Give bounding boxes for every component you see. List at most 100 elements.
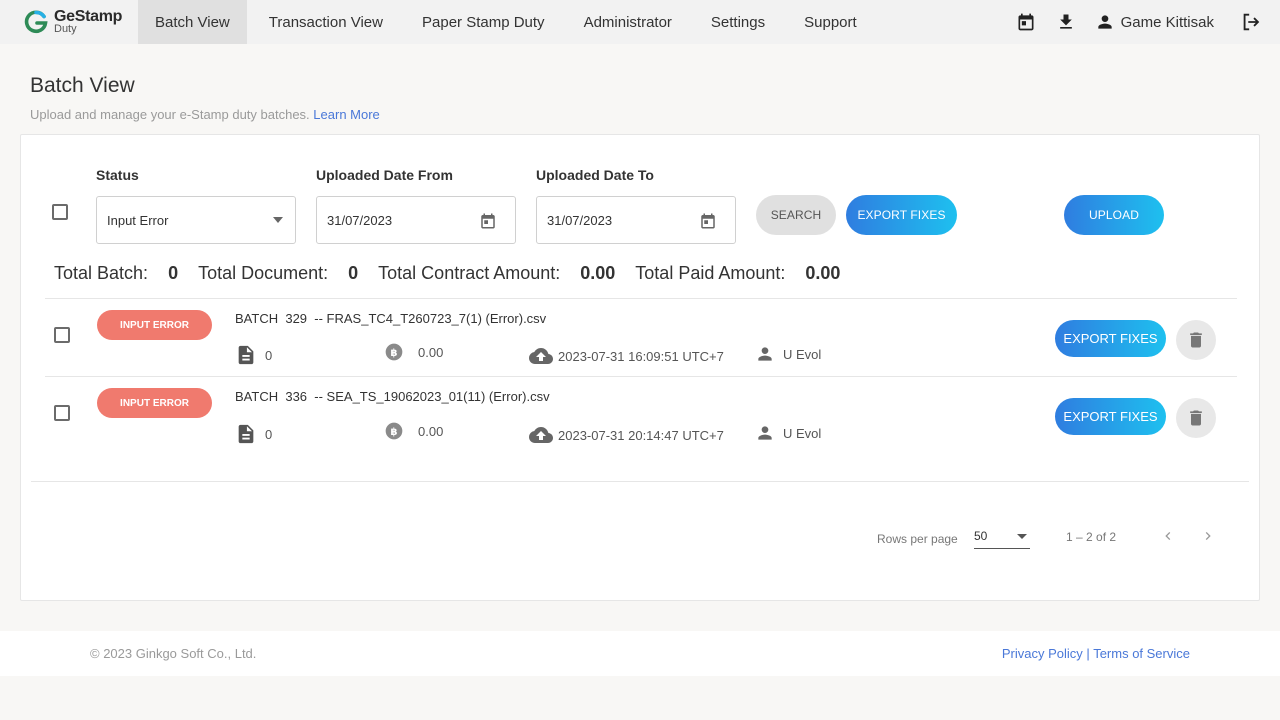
document-count: 0 <box>235 344 272 366</box>
footer: © 2023 Ginkgo Soft Co., Ltd. Privacy Pol… <box>0 631 1280 676</box>
copyright: © 2023 Ginkgo Soft Co., Ltd. <box>90 646 257 661</box>
upload-time-value: 2023-07-31 16:09:51 UTC+7 <box>558 348 724 364</box>
uploaded-from-value: 31/07/2023 <box>327 212 393 228</box>
rows-per-page-select[interactable]: 50 <box>974 525 1030 549</box>
uploaded-by: U Evol <box>755 423 821 443</box>
uploaded-by-value: U Evol <box>783 425 822 441</box>
rows-per-page-value: 50 <box>974 529 988 543</box>
status-badge: INPUT ERROR <box>97 310 212 340</box>
learn-more-link[interactable]: Learn More <box>313 107 379 122</box>
total-batch-value: 0 <box>168 263 179 283</box>
total-contract-value: 0.00 <box>580 263 616 283</box>
nav-transaction-view[interactable]: Transaction View <box>252 0 400 44</box>
batch-prefix: BATCH <box>235 389 279 404</box>
select-all-checkbox[interactable] <box>52 204 68 220</box>
uploaded-by-value: U Evol <box>783 346 822 362</box>
uploaded-from-input[interactable]: 31/07/2023 <box>316 196 516 244</box>
rows-per-page-label: Rows per page <box>877 532 958 546</box>
nav-administrator[interactable]: Administrator <box>567 0 689 44</box>
row-export-fixes-button[interactable]: EXPORT FIXES <box>1055 398 1166 435</box>
nav-settings[interactable]: Settings <box>694 0 782 44</box>
baht-coin-icon: ฿ <box>384 342 404 362</box>
search-button[interactable]: SEARCH <box>756 195 836 235</box>
uploaded-from-label: Uploaded Date From <box>316 167 453 183</box>
row-export-fixes-button[interactable]: EXPORT FIXES <box>1055 320 1166 357</box>
uploaded-to-label: Uploaded Date To <box>536 167 654 183</box>
batch-card: Status Input Error Uploaded Date From 31… <box>20 134 1260 601</box>
calendar-icon[interactable] <box>479 212 497 230</box>
batch-title[interactable]: BATCH 336 -- SEA_TS_19062023_01(11) (Err… <box>235 389 550 404</box>
upload-time: 2023-07-31 20:14:47 UTC+7 <box>529 423 724 447</box>
nav-actions: Game Kittisak <box>1015 0 1262 44</box>
uploaded-by: U Evol <box>755 344 821 364</box>
batch-number: 336 <box>285 389 308 404</box>
table-bottom-divider <box>31 481 1249 482</box>
cloud-upload-icon <box>529 344 553 368</box>
document-icon <box>235 344 257 366</box>
batch-filename: -- FRAS_TC4_T260723_7(1) (Error).csv <box>314 311 547 326</box>
delete-button[interactable] <box>1176 398 1216 438</box>
uploaded-to-value: 31/07/2023 <box>547 212 613 228</box>
status-label: Status <box>96 167 139 183</box>
upload-time-value: 2023-07-31 20:14:47 UTC+7 <box>558 427 724 443</box>
total-document-label: Total Document: <box>198 263 329 283</box>
main-nav: Batch View Transaction View Paper Stamp … <box>138 0 879 44</box>
logout-icon[interactable] <box>1240 11 1262 33</box>
status-select[interactable]: Input Error <box>96 196 296 244</box>
row-checkbox[interactable] <box>54 327 70 343</box>
batch-prefix: BATCH <box>235 311 279 326</box>
terms-of-service-link[interactable]: Terms of Service <box>1093 646 1190 661</box>
chevron-down-icon <box>273 217 283 223</box>
svg-text:฿: ฿ <box>391 348 398 359</box>
calendar-icon[interactable] <box>1015 11 1037 33</box>
batch-title[interactable]: BATCH 329 -- FRAS_TC4_T260723_7(1) (Erro… <box>235 311 546 326</box>
calendar-icon[interactable] <box>699 212 717 230</box>
privacy-policy-link[interactable]: Privacy Policy <box>1002 646 1083 661</box>
totals-summary: Total Batch: 0 Total Document: 0 Total C… <box>54 263 860 284</box>
cloud-upload-icon <box>529 423 553 447</box>
upload-button[interactable]: UPLOAD <box>1064 195 1164 235</box>
pagination-range: 1 – 2 of 2 <box>1066 530 1117 544</box>
baht-coin-icon: ฿ <box>384 421 404 441</box>
next-page-button[interactable] <box>1198 526 1218 546</box>
user-icon <box>755 344 775 364</box>
trash-icon <box>1190 410 1202 426</box>
batch-number: 329 <box>285 311 308 326</box>
previous-page-button[interactable] <box>1158 526 1178 546</box>
total-batch-label: Total Batch: <box>54 263 149 283</box>
user-menu[interactable]: Game Kittisak <box>1095 12 1214 32</box>
document-icon <box>235 423 257 445</box>
delete-button[interactable] <box>1176 320 1216 360</box>
page-subtitle-text: Upload and manage your e-Stamp duty batc… <box>30 107 310 122</box>
table-row: INPUT ERROR BATCH 336 -- SEA_TS_19062023… <box>45 377 1237 455</box>
user-icon <box>1097 15 1112 29</box>
chevron-down-icon <box>1017 534 1027 539</box>
status-badge: INPUT ERROR <box>97 388 212 418</box>
document-count-value: 0 <box>265 347 273 363</box>
footer-separator: | <box>1086 646 1090 661</box>
batch-filename: -- SEA_TS_19062023_01(11) (Error).csv <box>314 389 550 404</box>
total-paid-label: Total Paid Amount: <box>635 263 786 283</box>
download-icon[interactable] <box>1055 11 1077 33</box>
total-paid-value: 0.00 <box>805 263 841 283</box>
upload-time: 2023-07-31 16:09:51 UTC+7 <box>529 344 724 368</box>
export-fixes-button[interactable]: EXPORT FIXES <box>846 195 957 235</box>
brand-logo[interactable]: GeStamp Duty <box>24 6 122 38</box>
total-document-value: 0 <box>348 263 359 283</box>
gestamp-logo-icon <box>24 10 48 33</box>
document-count: 0 <box>235 423 272 445</box>
page-title: Batch View <box>30 74 135 97</box>
row-checkbox[interactable] <box>54 405 70 421</box>
batch-amount: ฿ 0.00 <box>384 421 443 441</box>
nav-paper-stamp-duty[interactable]: Paper Stamp Duty <box>405 0 562 44</box>
footer-links: Privacy Policy | Terms of Service <box>1002 646 1190 661</box>
status-select-value: Input Error <box>107 212 169 228</box>
uploaded-to-input[interactable]: 31/07/2023 <box>536 196 736 244</box>
batch-amount: ฿ 0.00 <box>384 342 443 362</box>
nav-support[interactable]: Support <box>787 0 874 44</box>
user-icon <box>755 423 775 443</box>
nav-batch-view[interactable]: Batch View <box>138 0 247 44</box>
document-count-value: 0 <box>265 426 273 442</box>
page-subtitle: Upload and manage your e-Stamp duty batc… <box>30 107 380 122</box>
batch-amount-value: 0.00 <box>418 423 444 439</box>
